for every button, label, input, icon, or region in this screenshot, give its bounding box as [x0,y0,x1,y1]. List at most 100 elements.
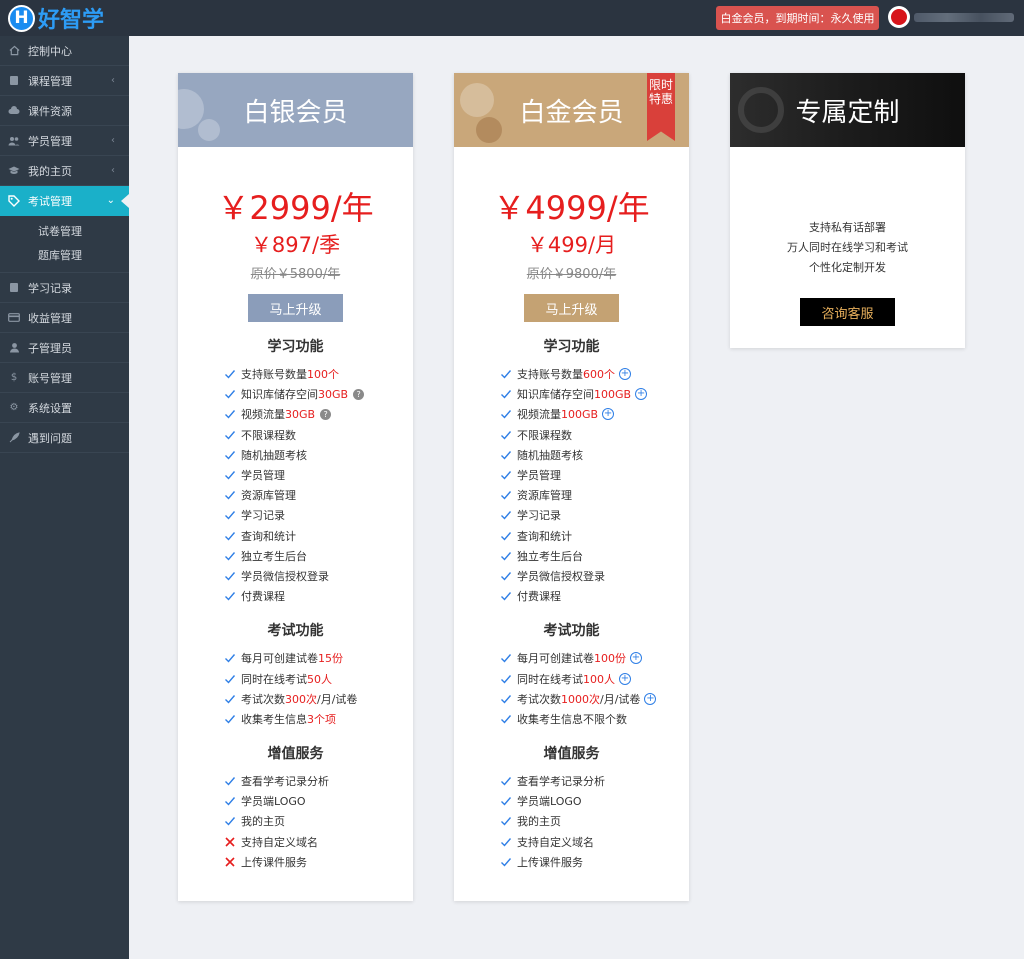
feature-text: 学员管理 [241,469,285,483]
user-icon [8,342,20,354]
check-icon [501,592,512,601]
plan-header: 白银会员 [178,73,413,147]
feature-highlight: 100GB [594,387,632,401]
check-icon [501,471,512,480]
feature-text: 支持账号数量 [241,368,307,382]
feature-item: 支持自定义域名 [224,832,413,852]
sidebar-item-label: 学员管理 [28,134,72,148]
sidebar-item-revenue[interactable]: 收益管理 [0,303,129,333]
check-icon [501,837,512,847]
feature-text: 查询和统计 [241,529,296,543]
sidebar-item-label: 子管理员 [28,341,72,355]
price-original: 原价￥9800/年 [526,267,617,282]
sidebar-item-dashboard[interactable]: 控制中心 [0,36,129,66]
sidebar-item-resources[interactable]: 课件资源 [0,96,129,126]
sidebar-item-help[interactable]: 遇到问题 [0,423,129,453]
sidebar-item-label: 我的主页 [28,164,72,178]
vip-status-badge[interactable]: 白金会员，到期时间：永久使用 [716,6,879,30]
username-blurred[interactable] [914,13,1014,22]
feature-item: 支持自定义域名 [500,832,689,852]
feature-text: 随机抽题考核 [241,448,307,462]
feature-highlight: 3个项 [307,712,336,726]
add-icon[interactable]: + [619,672,631,685]
add-icon[interactable]: + [602,408,615,421]
feature-text: 我的主页 [241,815,285,829]
feature-item: 查询和统计 [224,526,413,546]
feature-item: 不限课程数 [224,425,413,445]
feature-text: 查看学考记录分析 [241,775,329,789]
feature-text: 同时在线考试 [241,672,307,686]
feature-text: 学员端LOGO [241,795,306,809]
feature-item: 同时在线考试 100人 + [500,668,689,688]
tag-icon [8,195,20,207]
consult-support-button[interactable]: 咨询客服 [800,298,895,326]
feature-item: 每月可创建试卷 100份 + [500,648,689,668]
sidebar-item-study-records[interactable]: 学习记录 [0,273,129,303]
sidebar-item-settings[interactable]: ⚙ 系统设置 [0,393,129,423]
add-icon[interactable]: + [630,652,642,665]
feature-item: 支持账号数量 100个 [224,364,413,384]
feature-highlight: 300次 [285,692,317,706]
feature-text: 学员微信授权登录 [241,569,329,583]
sidebar-item-courses[interactable]: 课程管理 ‹ [0,66,129,96]
feature-item: 查看学考记录分析 [224,771,413,791]
sidebar-item-accounts[interactable]: $ 账号管理 [0,363,129,393]
submenu-item-papers[interactable]: 试卷管理 [0,220,129,244]
add-icon[interactable]: + [635,388,648,401]
custom-description: 支持私有话部署 万人同时在线学习和考试 个性化定制开发 [730,218,965,278]
graduation-cap-icon [8,165,20,177]
submenu-item-question-bank[interactable]: 题库管理 [0,244,129,268]
feature-text: 学员管理 [517,469,561,483]
plan-card-silver: 白银会员 ￥2999/年 ￥897/季 原价￥5800/年 马上升级 学习功能 … [178,73,413,901]
check-icon [501,531,512,541]
limited-offer-ribbon: 限时特惠 [647,73,675,141]
feature-item: 付费课程 [224,586,413,606]
add-icon[interactable]: + [619,368,631,381]
feature-item: 独立考生后台 [224,546,413,566]
check-icon [501,674,512,684]
feature-highlight: 100GB [561,407,599,421]
feature-text: 学习记录 [517,509,561,523]
app-logo[interactable]: H 好智学 [8,4,104,33]
check-icon [225,531,236,541]
section-title-exam: 考试功能 [267,623,324,640]
sidebar-item-sub-admins[interactable]: 子管理员 [0,333,129,363]
check-icon [225,674,236,684]
feature-text: 学习记录 [241,509,285,523]
check-icon [225,370,236,379]
user-avatar[interactable] [888,6,910,28]
feature-item: 上传课件服务 [500,852,689,872]
feature-list-value-added: 查看学考记录分析 学员端LOGO 我的主页支持自定义域名 上传课件服务 [178,771,413,872]
feature-text: 随机抽题考核 [517,448,583,462]
upgrade-button[interactable]: 马上升级 [524,294,619,322]
chevron-left-icon: ‹ [111,165,115,176]
feature-item: 知识库储存空间 30GB? [224,384,413,404]
feature-item: 学员端LOGO [500,791,689,811]
add-icon[interactable]: + [644,692,657,705]
feature-item: 学习记录 [500,505,689,525]
help-icon[interactable]: ? [320,408,332,420]
feature-text: 支持自定义域名 [241,835,318,849]
feature-text: 查看学考记录分析 [517,775,605,789]
feature-text: 考试次数 [517,692,561,706]
feature-highlight: 1000次 [561,692,600,706]
sidebar-item-students[interactable]: 学员管理 ‹ [0,126,129,156]
sidebar: 控制中心 课程管理 ‹ 课件资源 学员管理 ‹ 我的主页 ‹ 考试管理 ⌄ 试卷… [0,36,129,959]
check-icon [225,430,236,440]
sidebar-item-exams[interactable]: 考试管理 ⌄ [0,186,129,216]
upgrade-button[interactable]: 马上升级 [248,294,343,322]
plan-card-gold: 白金会员 限时特惠 ￥4999/年 ￥499/月 原价￥9800/年 马上升级 … [454,73,689,901]
feature-highlight: 100人 [583,672,615,686]
feature-item: 视频流量 100GB + [500,404,689,424]
gear-decoration-icon [738,87,784,133]
book-icon [8,282,20,294]
help-icon[interactable]: ? [353,388,365,400]
cloud-icon [8,105,20,117]
feature-text: 每月可创建试卷 [517,652,594,666]
cross-icon [225,837,235,847]
feature-text: 学员微信授权登录 [517,569,605,583]
sidebar-item-homepage[interactable]: 我的主页 ‹ [0,156,129,186]
check-icon [501,410,512,419]
feature-text: 上传课件服务 [241,855,307,869]
feature-item: 学习记录 [224,505,413,525]
